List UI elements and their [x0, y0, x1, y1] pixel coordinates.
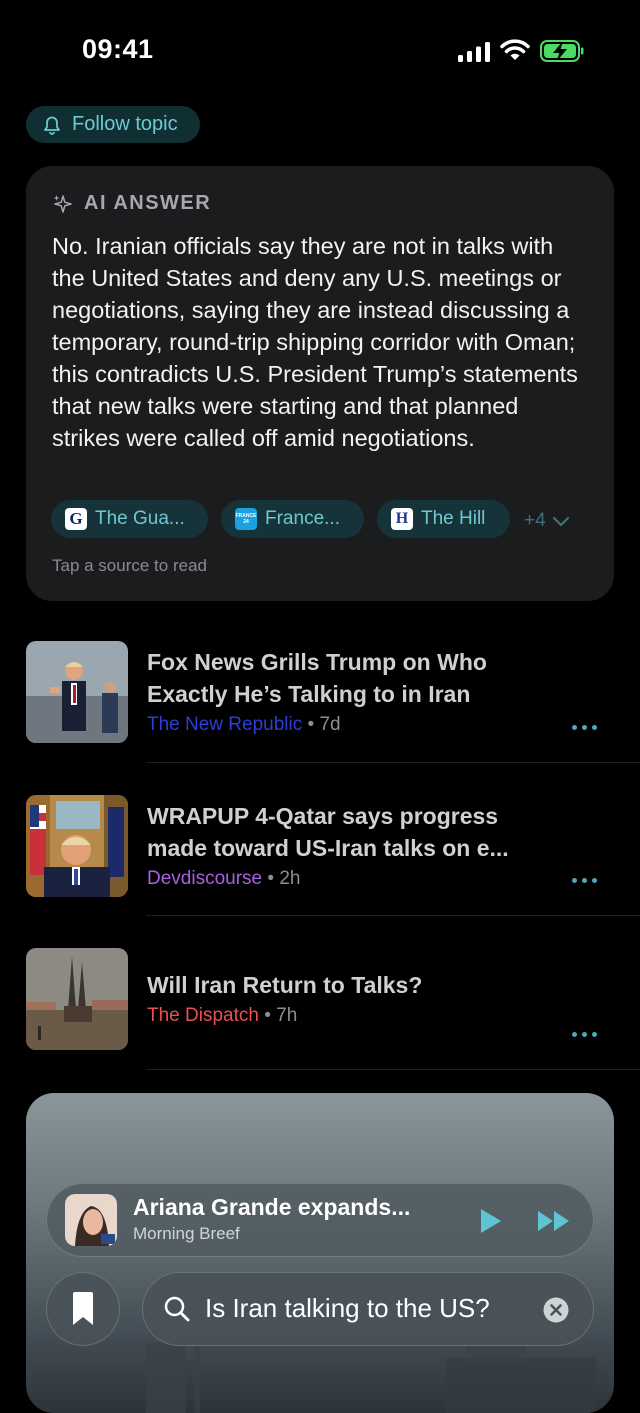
article-meta: The Dispatch • 7h	[147, 1005, 297, 1027]
article-thumbnail[interactable]	[26, 641, 128, 743]
follow-topic-label: Follow topic	[72, 113, 178, 135]
article-source[interactable]: The Dispatch	[147, 1005, 259, 1026]
fast-forward-icon[interactable]	[537, 1210, 571, 1232]
sparkle-icon	[53, 194, 72, 213]
ai-answer-card: AI ANSWER No. Iranian officials say they…	[26, 166, 614, 601]
more-options-button[interactable]	[572, 725, 597, 730]
wifi-icon	[500, 39, 530, 60]
player-title: Ariana Grande expands...	[133, 1194, 411, 1220]
source-chip-guardian[interactable]: G The Gua...	[51, 500, 208, 538]
more-sources-count: +4	[524, 510, 546, 531]
article-age: 7h	[276, 1005, 298, 1026]
meta-separator: •	[264, 1005, 271, 1026]
source-chip-france24[interactable]: FRANCE 24 France...	[221, 500, 364, 538]
article-meta: The New Republic • 7d	[147, 714, 341, 736]
source-chip-the-hill[interactable]: H The Hill	[377, 500, 510, 538]
article-age: 7d	[319, 714, 341, 735]
more-sources-button[interactable]: +4	[524, 510, 570, 532]
audio-player[interactable]: Ariana Grande expands... Morning Breef	[46, 1183, 594, 1257]
the-hill-logo-icon: H	[391, 508, 413, 530]
battery-charging-icon	[540, 40, 584, 62]
source-chip-label: The Gua...	[95, 508, 185, 529]
meta-separator: •	[307, 714, 315, 735]
source-chip-label: France...	[265, 508, 340, 529]
article-source[interactable]: Devdiscourse	[147, 868, 262, 889]
ai-answer-text: No. Iranian officials say they are not i…	[52, 233, 578, 451]
search-query: Is Iran talking to the US?	[205, 1293, 490, 1323]
player-subtitle: Morning Breef	[133, 1224, 240, 1243]
bookmark-icon	[73, 1292, 93, 1325]
article-meta: Devdiscourse • 2h	[147, 868, 300, 890]
podcast-artwork	[65, 1194, 117, 1246]
divider	[146, 762, 640, 763]
article-title[interactable]: Will Iran Return to Talks?	[147, 969, 547, 1001]
bell-icon	[44, 116, 60, 135]
source-hint: Tap a source to read	[52, 556, 207, 575]
follow-topic-button[interactable]: Follow topic	[26, 106, 200, 143]
divider	[146, 1069, 640, 1070]
article-title[interactable]: WRAPUP 4-Qatar says progress made toward…	[147, 800, 547, 864]
search-input[interactable]: Is Iran talking to the US?	[142, 1272, 594, 1346]
bookmark-button[interactable]	[46, 1272, 120, 1346]
play-icon[interactable]	[479, 1208, 503, 1234]
meta-separator: •	[267, 868, 275, 889]
article-age: 2h	[279, 868, 301, 889]
ai-answer-header: AI ANSWER	[52, 192, 211, 215]
guardian-logo-icon: G	[65, 508, 87, 530]
france24-logo-icon: FRANCE 24	[235, 508, 257, 530]
article-source[interactable]: The New Republic	[147, 714, 302, 735]
article-thumbnail[interactable]	[26, 795, 128, 897]
search-icon	[164, 1296, 190, 1322]
source-chip-label: The Hill	[421, 508, 486, 529]
article-thumbnail[interactable]	[26, 948, 128, 1050]
more-options-button[interactable]	[572, 878, 597, 883]
more-options-button[interactable]	[572, 1032, 597, 1037]
chevron-down-icon	[552, 516, 569, 527]
divider	[146, 915, 640, 916]
ai-answer-heading: AI ANSWER	[84, 192, 212, 214]
article-title[interactable]: Fox News Grills Trump on Who Exactly He’…	[147, 646, 547, 710]
status-time: 09:41	[82, 34, 154, 64]
cellular-signal-icon	[458, 42, 490, 62]
clear-icon[interactable]	[543, 1297, 569, 1323]
